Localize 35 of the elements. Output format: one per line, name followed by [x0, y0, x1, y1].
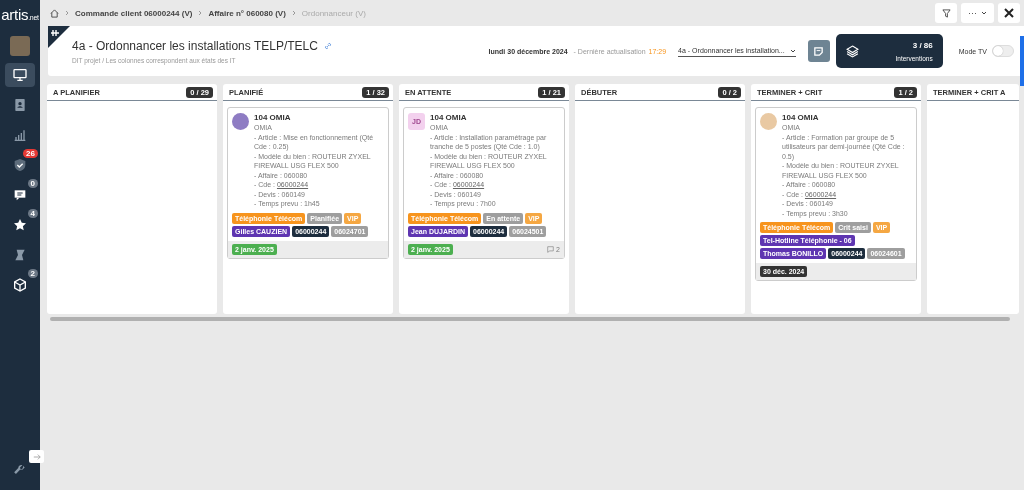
counter-value: 3 / 86	[911, 40, 933, 50]
card-title: 104 OMIA	[430, 113, 468, 122]
tv-mode-toggle[interactable]	[992, 45, 1014, 57]
chart-icon	[12, 127, 28, 143]
contacts-icon	[12, 97, 28, 113]
caret-icon	[789, 48, 796, 53]
sidebar-nav-button[interactable]	[5, 63, 35, 87]
more-menu-button[interactable]: ···	[961, 3, 994, 23]
page-title: 4a - Ordonnancer les installations TELP/TELC	[72, 38, 318, 53]
note-icon	[813, 45, 825, 57]
comment-icon	[547, 245, 555, 253]
count-badge: 26	[23, 149, 38, 158]
filter-button[interactable]	[935, 3, 957, 23]
arrow-right-icon	[32, 452, 41, 461]
cube-icon	[12, 277, 28, 293]
shield-icon	[12, 157, 28, 173]
count-badge: 2	[27, 269, 38, 278]
chevron-icon	[198, 9, 203, 17]
card-title: 104 OMIA	[782, 113, 820, 122]
note-button[interactable]	[807, 40, 830, 62]
filter-icon	[941, 8, 951, 18]
home-icon[interactable]	[50, 8, 59, 18]
breadcrumb-link[interactable]: Affaire n° 060080 (V)	[208, 8, 286, 18]
count-badge: 4	[27, 209, 38, 218]
layers-icon	[845, 44, 859, 58]
chevron-icon	[65, 9, 69, 17]
star-icon	[12, 217, 28, 233]
breadcrumb-link[interactable]: Commande client 06000244 (V)	[75, 8, 193, 18]
card-title: 104 OMIA	[254, 113, 292, 122]
monitor-icon	[12, 67, 28, 83]
horizontal-scrollbar[interactable]	[50, 317, 1010, 321]
chevron-icon	[291, 9, 296, 17]
caret-icon	[981, 11, 987, 15]
count-badge: 0	[27, 179, 38, 188]
collapse-button[interactable]	[998, 3, 1020, 23]
